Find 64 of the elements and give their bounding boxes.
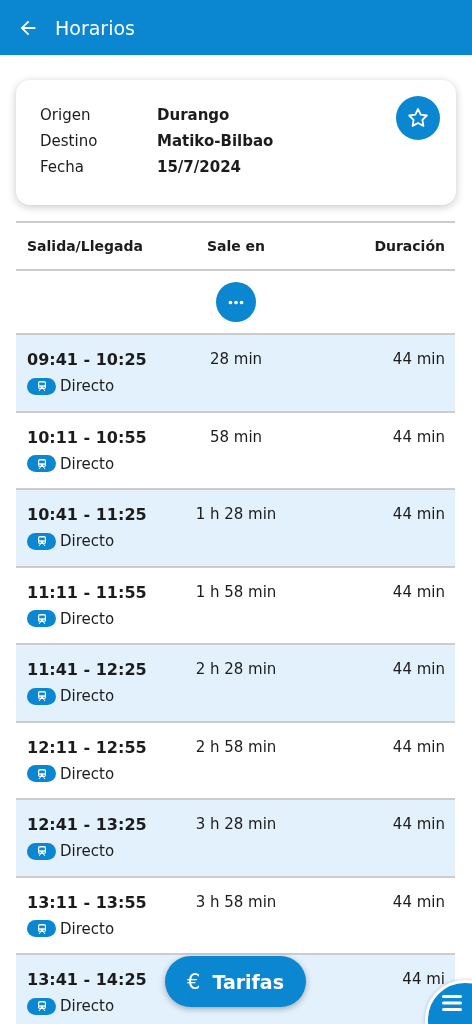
duration: 44 min (392, 892, 445, 911)
route-type: Directo (60, 919, 115, 938)
route-type: Directo (60, 764, 115, 783)
train-icon (27, 997, 56, 1015)
time-range: 10:11 - 10:55 (27, 427, 148, 447)
fares-button[interactable]: € Tarifas (165, 956, 306, 1007)
duration: 44 min (392, 350, 445, 368)
time-range: 12:41 - 13:25 (27, 815, 148, 834)
time-range: 13:11 - 13:55 (27, 892, 148, 912)
field-value: 15/7/2024 (157, 158, 243, 176)
time-range: 10:41 - 11:25 (27, 505, 148, 524)
field-value: Durango (157, 106, 231, 124)
train-icon (27, 920, 56, 937)
duration: 44 min (392, 505, 445, 523)
schedule-row[interactable]: 11:41 - 12:25 Directo 2 h 28 min 44 min (16, 645, 455, 723)
duration: 44 mi (402, 970, 445, 988)
departs-in: 28 min (209, 350, 263, 368)
train-icon (27, 842, 56, 860)
more-button[interactable] (215, 282, 256, 322)
field-label: Destino (40, 132, 99, 150)
route-type: Directo (60, 842, 115, 860)
departs-in: 58 min (209, 427, 263, 446)
route-type: Directo (60, 532, 115, 550)
train-icon (27, 610, 56, 627)
time-range: 09:41 - 10:25 (27, 350, 148, 369)
menu-icon (442, 995, 462, 1011)
route-type: Directo (60, 687, 115, 705)
route-type: Directo (60, 609, 115, 628)
departs-in: 3 h 58 min (195, 892, 277, 911)
duration: 44 min (392, 737, 445, 756)
train-icon (27, 687, 56, 705)
time-range: 11:11 - 11:55 (27, 582, 148, 602)
time-range: 13:41 - 14:25 (27, 970, 148, 989)
route-type: Directo (60, 377, 115, 395)
departs-in: 3 h 28 min (195, 815, 277, 833)
duration: 44 min (392, 815, 445, 833)
schedule-row[interactable]: 10:41 - 11:25 Directo 1 h 28 min 44 min (16, 490, 455, 568)
schedule-row[interactable]: 09:41 - 10:25 Directo 28 min 44 min (16, 335, 455, 413)
column-header: Salida/Llegada (26, 238, 144, 254)
departs-in: 1 h 28 min (195, 505, 277, 523)
departs-in: 1 h 58 min (195, 582, 277, 601)
column-header: Sale en (205, 238, 267, 254)
field-label: Origen (40, 106, 92, 124)
departs-in: 2 h 58 min (195, 737, 277, 756)
duration: 44 min (392, 660, 445, 678)
duration: 44 min (392, 427, 445, 446)
train-icon (27, 377, 56, 395)
schedule-row[interactable]: 12:41 - 13:25 Directo 3 h 28 min 44 min (16, 800, 455, 878)
train-icon (27, 532, 56, 550)
screen-title: Horarios (55, 16, 135, 39)
star-icon (406, 106, 430, 130)
field-label: Fecha (40, 158, 85, 176)
dots-icon (227, 299, 244, 305)
favorite-button[interactable] (396, 96, 440, 140)
duration: 44 min (392, 582, 445, 601)
train-icon (27, 455, 56, 472)
column-header: Duración (373, 238, 446, 254)
time-range: 11:41 - 12:25 (27, 660, 148, 679)
departs-in: 2 h 28 min (195, 660, 277, 678)
route-type: Directo (60, 454, 115, 473)
train-icon (27, 765, 56, 782)
field-value: Matiko-Bilbao (157, 132, 274, 150)
time-range: 12:11 - 12:55 (27, 737, 148, 757)
route-type: Directo (60, 997, 115, 1015)
